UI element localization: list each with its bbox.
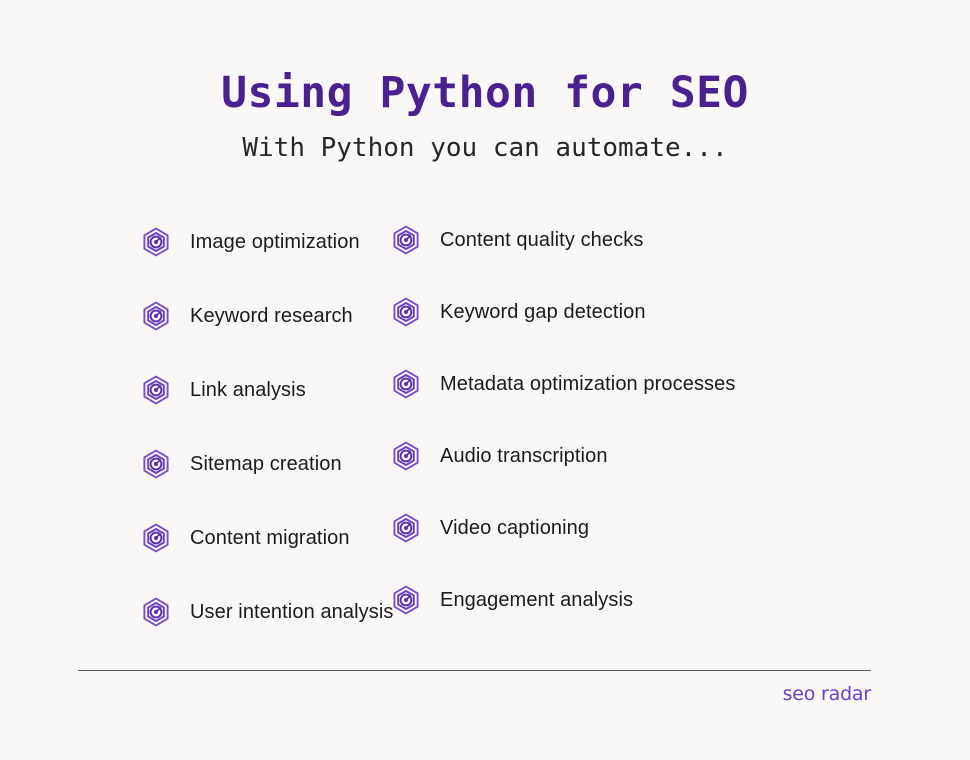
- list-item-label: Content quality checks: [440, 229, 644, 251]
- list-item: Link analysis: [140, 353, 390, 427]
- list-item-label: Video captioning: [440, 517, 590, 539]
- list-item: Sitemap creation: [140, 427, 390, 501]
- list-item-label: Keyword gap detection: [440, 301, 646, 323]
- list-item-label: Link analysis: [190, 379, 306, 401]
- radar-hexagon-icon: [140, 374, 172, 406]
- list-item: Content quality checks: [390, 203, 870, 277]
- list-item: Image optimization: [140, 205, 390, 279]
- radar-hexagon-icon: [140, 300, 172, 332]
- page-title: Using Python for SEO: [221, 68, 749, 118]
- radar-hexagon-icon: [390, 368, 422, 400]
- list-item: Content migration: [140, 501, 390, 575]
- radar-hexagon-icon: [140, 226, 172, 258]
- feature-columns: Image optimization Keyword research Link…: [0, 205, 970, 649]
- list-item-label: Keyword research: [190, 305, 353, 327]
- poster-canvas: Using Python for SEO With Python you can…: [0, 0, 970, 760]
- list-item: Metadata optimization processes: [390, 347, 870, 421]
- list-item-label: Sitemap creation: [190, 453, 342, 475]
- radar-hexagon-icon: [390, 512, 422, 544]
- radar-hexagon-icon: [390, 296, 422, 328]
- list-item-label: User intention analysis: [190, 601, 394, 623]
- radar-hexagon-icon: [390, 224, 422, 256]
- radar-hexagon-icon: [140, 522, 172, 554]
- list-item-label: Content migration: [190, 527, 350, 549]
- page-subtitle: With Python you can automate...: [242, 133, 728, 163]
- brand-logo: seo radar: [782, 683, 872, 705]
- radar-hexagon-icon: [390, 440, 422, 472]
- feature-column-left: Image optimization Keyword research Link…: [0, 205, 393, 649]
- list-item: User intention analysis: [140, 575, 393, 649]
- list-item: Audio transcription: [390, 419, 870, 493]
- list-item: Keyword gap detection: [390, 275, 870, 349]
- list-item-label: Image optimization: [190, 231, 360, 253]
- radar-hexagon-icon: [390, 584, 422, 616]
- list-item-label: Audio transcription: [440, 445, 608, 467]
- list-item: Video captioning: [390, 491, 870, 565]
- list-item: Engagement analysis: [390, 563, 870, 637]
- list-item-label: Metadata optimization processes: [440, 373, 736, 395]
- poster-footer: seo radar: [78, 670, 871, 705]
- radar-hexagon-icon: [140, 448, 172, 480]
- poster-header: Using Python for SEO With Python you can…: [0, 0, 970, 163]
- radar-hexagon-icon: [140, 596, 172, 628]
- footer-divider: [78, 670, 871, 671]
- list-item-label: Engagement analysis: [440, 589, 634, 611]
- list-item: Keyword research: [140, 279, 390, 353]
- feature-column-right: Content quality checks Keyword gap detec…: [390, 205, 870, 649]
